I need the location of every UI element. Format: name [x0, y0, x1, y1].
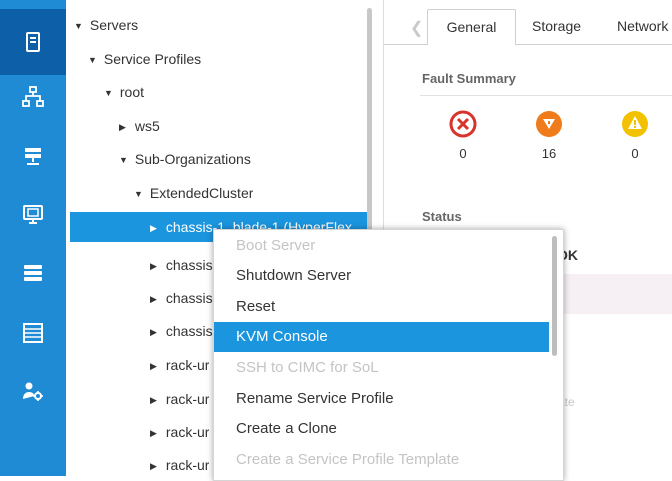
tree-node-label: rack-ur — [165, 424, 210, 440]
tree-node-profile[interactable]: ▶ chassis — [150, 250, 213, 280]
tree-node-label: root — [119, 84, 145, 100]
tree-node-label: Servers — [89, 17, 139, 33]
tree-node-label: chassis — [165, 257, 213, 273]
major-fault-count: 16 — [541, 146, 557, 161]
nav-vm-button[interactable] — [0, 240, 66, 306]
list-icon — [23, 323, 43, 343]
status-title: Status — [422, 209, 462, 224]
minor-fault-count: 0 — [631, 146, 639, 161]
storage-icon — [24, 265, 42, 281]
status-row-background — [555, 274, 672, 314]
critical-fault-icon[interactable] — [449, 110, 477, 138]
tree-node-profile[interactable]: ▶ rack-ur — [150, 384, 209, 414]
tree-node-root[interactable]: ▼ root — [104, 77, 144, 107]
server-stack-icon — [25, 148, 41, 165]
server-box-icon — [26, 32, 40, 52]
tree-node-label: chassis — [165, 323, 213, 339]
tree-node-profile[interactable]: ▶ rack-ur — [150, 350, 209, 380]
collapsed-triangle-icon[interactable]: ▶ — [119, 112, 131, 141]
tree-node-label: ExtendedCluster — [149, 185, 254, 201]
tab-general[interactable]: General — [427, 9, 516, 46]
menu-scrollbar-thumb[interactable] — [552, 236, 557, 356]
collapsed-triangle-icon[interactable]: ▶ — [150, 317, 162, 346]
tree-node-service-profiles[interactable]: ▼ Service Profiles — [88, 44, 201, 74]
expanded-triangle-icon[interactable]: ▼ — [88, 45, 100, 74]
tree-node-label: chassis — [165, 290, 213, 306]
nav-lan-button[interactable] — [0, 124, 66, 190]
collapsed-triangle-icon[interactable]: ▶ — [150, 251, 162, 280]
network-tree-icon — [22, 86, 44, 107]
menu-item-create-a-clone[interactable]: Create a Clone — [214, 414, 549, 444]
tree-node-label: rack-ur — [165, 391, 210, 407]
minor-fault-icon[interactable] — [621, 110, 649, 138]
nav-rail — [0, 0, 66, 476]
menu-item-kvm-console[interactable]: KVM Console — [214, 322, 549, 352]
expanded-triangle-icon[interactable]: ▼ — [119, 145, 131, 174]
tab-storage[interactable]: Storage — [532, 9, 581, 43]
nav-admin-button[interactable] — [0, 358, 66, 424]
major-fault-icon[interactable] — [535, 110, 563, 138]
critical-fault-count: 0 — [459, 146, 467, 161]
fault-summary-title: Fault Summary — [422, 71, 516, 86]
collapsed-triangle-icon[interactable]: ▶ — [150, 385, 162, 414]
nav-servers-button[interactable] — [0, 64, 66, 130]
tree-node-servers[interactable]: ▼ Servers — [74, 10, 138, 40]
menu-item-reset[interactable]: Reset — [214, 292, 549, 322]
menu-item-create-template: Create a Service Profile Template — [236, 451, 460, 468]
nav-storage-button[interactable] — [0, 300, 66, 366]
collapsed-triangle-icon[interactable]: ▶ — [150, 213, 162, 242]
menu-item-boot-server: Boot Server — [236, 237, 316, 254]
expanded-triangle-icon[interactable]: ▼ — [134, 179, 146, 208]
user-gear-icon — [23, 382, 43, 401]
tree-node-label: ws5 — [134, 118, 160, 134]
tree-node-label: Sub-Organizations — [134, 151, 251, 167]
tree-node-label: Service Profiles — [103, 51, 202, 67]
tree-node-profile[interactable]: ▶ rack-ur — [150, 417, 209, 447]
tree-node-profile[interactable]: ▶ chassis — [150, 316, 213, 346]
tab-network[interactable]: Network — [617, 9, 668, 43]
expanded-triangle-icon[interactable]: ▼ — [104, 78, 116, 107]
collapsed-triangle-icon[interactable]: ▶ — [150, 351, 162, 380]
collapsed-triangle-icon[interactable]: ▶ — [150, 418, 162, 447]
tree-node-sub-organizations[interactable]: ▼ Sub-Organizations — [119, 144, 251, 174]
tree-node-profile[interactable]: ▶ chassis — [150, 283, 213, 313]
menu-item-ssh-to-cimc: SSH to CIMC for SoL — [236, 359, 379, 376]
tree-node-ws5[interactable]: ▶ ws5 — [119, 111, 160, 141]
monitor-icon — [23, 205, 43, 224]
context-menu: Boot Server Shutdown Server Reset KVM Co… — [213, 229, 564, 481]
tree-node-label: rack-ur — [165, 357, 210, 373]
tree-node-label: rack-ur — [165, 457, 210, 473]
tab-scroll-left-icon[interactable]: ❮ — [410, 18, 423, 38]
menu-item-shutdown-server[interactable]: Shutdown Server — [214, 261, 549, 291]
menu-item-rename-service-profile[interactable]: Rename Service Profile — [214, 384, 549, 414]
tree-node-extendedcluster[interactable]: ▼ ExtendedCluster — [134, 178, 253, 208]
collapsed-triangle-icon[interactable]: ▶ — [150, 284, 162, 313]
expanded-triangle-icon[interactable]: ▼ — [74, 11, 86, 40]
nav-san-button[interactable] — [0, 182, 66, 248]
section-divider — [420, 95, 672, 96]
